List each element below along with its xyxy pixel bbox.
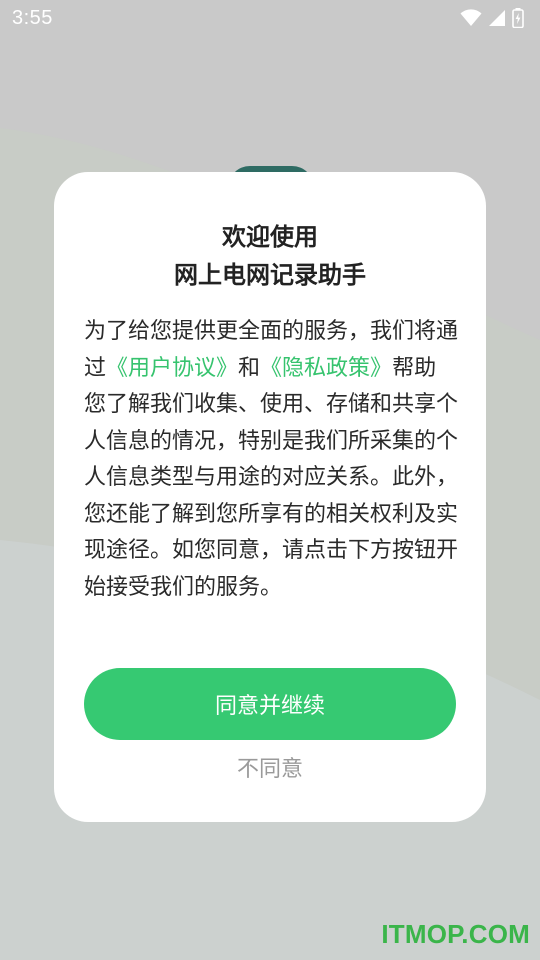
cellular-signal-icon (488, 9, 506, 27)
dialog-body-text: 为了给您提供更全面的服务，我们将通过《用户协议》和《隐私政策》帮助您了解我们收集… (84, 314, 458, 606)
privacy-policy-link[interactable]: 《隐私政策》 (260, 356, 392, 381)
body-text-part3: 帮助您了解我们收集、使用、存储和共享个人信息的情况，特别是我们所采集的个人信息类… (84, 355, 459, 600)
agree-and-continue-button[interactable]: 同意并继续 (84, 668, 456, 740)
watermark-logo: ITMOP.COM (381, 919, 530, 949)
dialog-title-line1: 欢迎使用 (222, 223, 318, 251)
body-text-part2: 和 (238, 355, 261, 381)
disagree-button[interactable]: 不同意 (54, 750, 486, 790)
status-time: 3:55 (12, 6, 53, 29)
status-icons (460, 8, 524, 28)
dialog-title-line2: 网上电网记录助手 (174, 261, 366, 289)
wifi-icon (460, 9, 482, 27)
privacy-consent-dialog: 欢迎使用 网上电网记录助手 为了给您提供更全面的服务，我们将通过《用户协议》和《… (54, 172, 486, 822)
status-bar: 3:55 (0, 0, 540, 36)
user-agreement-link[interactable]: 《用户协议》 (106, 356, 238, 381)
dialog-title: 欢迎使用 网上电网记录助手 (54, 218, 486, 294)
battery-charging-icon (512, 8, 524, 28)
